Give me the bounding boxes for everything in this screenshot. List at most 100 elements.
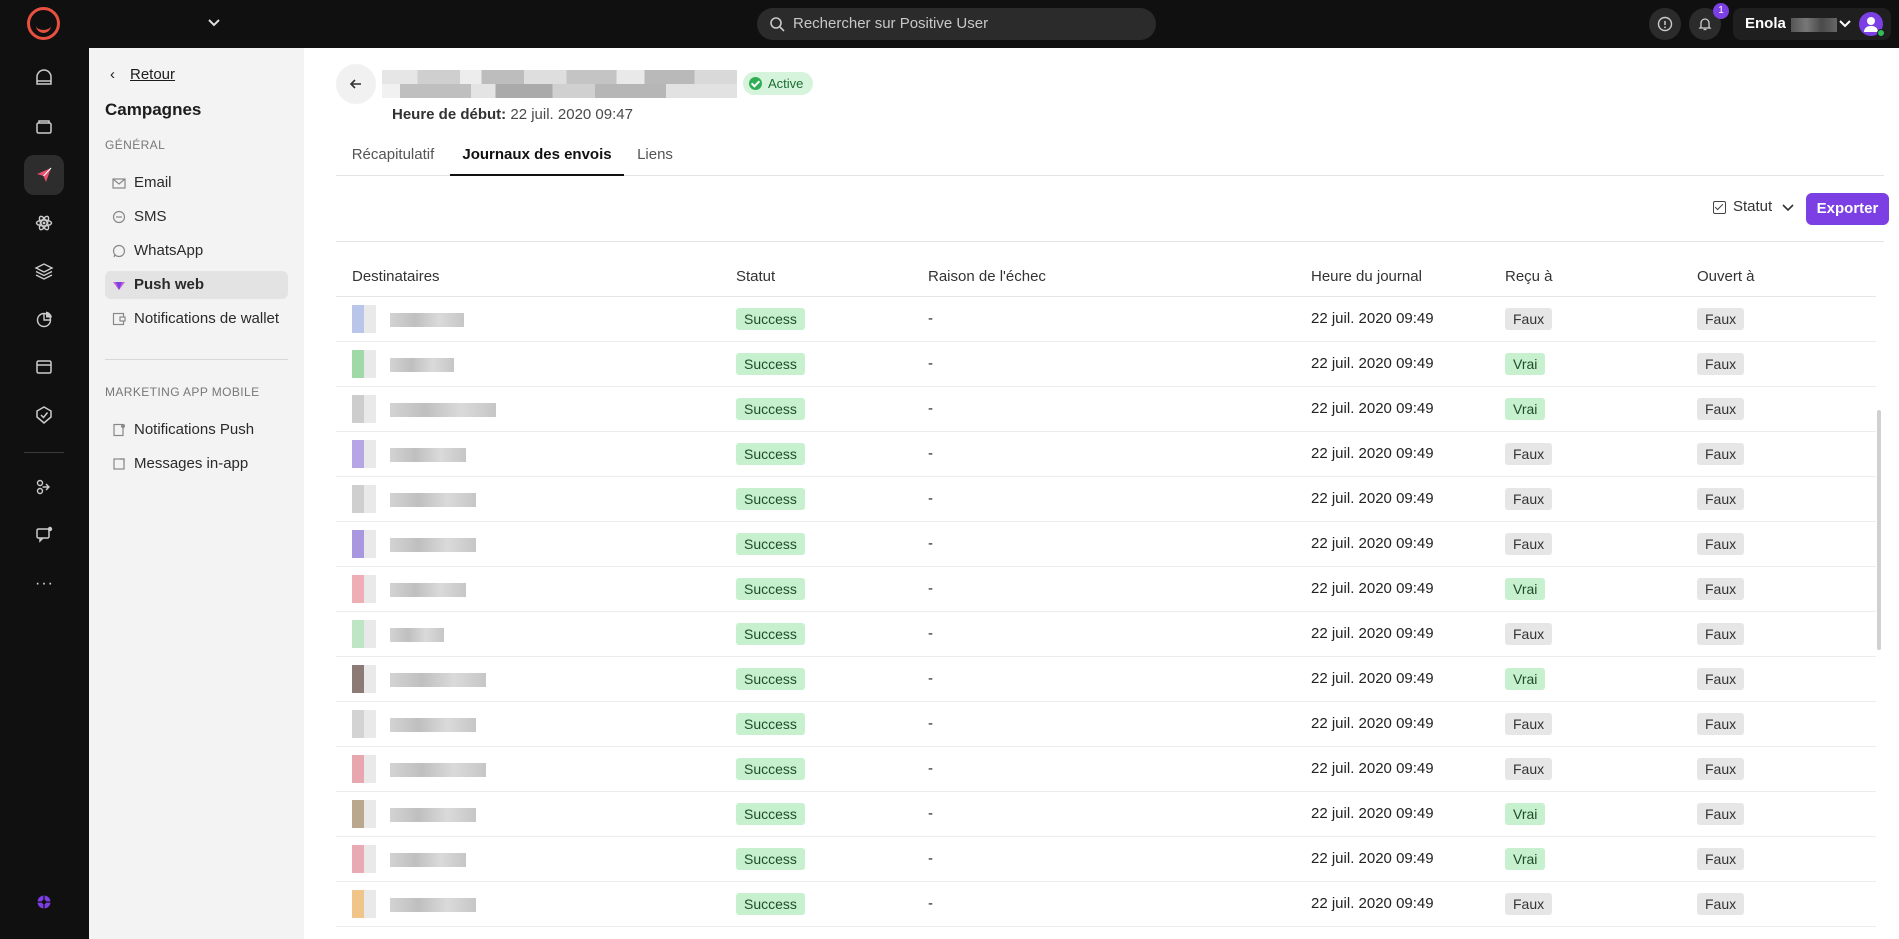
badge-icon [36, 406, 52, 424]
nav-item-mobile-push[interactable]: Notifications Push [105, 416, 288, 444]
subnav-title: Campagnes [105, 100, 202, 119]
log-time-cell: 22 juil. 2020 09:49 [1295, 701, 1489, 747]
recipient-cell [336, 881, 720, 927]
recipient-cell [336, 746, 720, 792]
status-cell: Success [720, 656, 912, 702]
column-header-received-at[interactable]: Reçu à [1489, 257, 1681, 297]
rail-conversations[interactable] [24, 515, 64, 555]
status-badge: Success [736, 532, 805, 555]
rail-apps[interactable] [24, 888, 64, 918]
table-row[interactable]: Success -22 juil. 2020 09:49 Faux Faux [336, 521, 1876, 567]
help-button[interactable] [1649, 8, 1681, 40]
log-time-cell: 22 juil. 2020 09:49 [1295, 836, 1489, 882]
recipient-cell [336, 476, 720, 522]
rail-reports[interactable] [24, 299, 64, 339]
user-menu[interactable]: Enola [1733, 8, 1891, 40]
recipient-avatar [352, 349, 376, 378]
received-cell: Faux [1489, 521, 1681, 567]
table-row[interactable]: Success -22 juil. 2020 09:49 Vrai Faux [336, 791, 1876, 837]
chevron-down-icon [1839, 20, 1851, 28]
table-row[interactable]: Success -22 juil. 2020 09:49 Vrai Faux [336, 341, 1876, 387]
opened-cell: Faux [1681, 341, 1876, 387]
log-time-cell: 22 juil. 2020 09:49 [1295, 566, 1489, 612]
nav-item-whatsapp[interactable]: WhatsApp [105, 237, 288, 265]
rail-campaigns[interactable] [24, 155, 64, 195]
rail-templates[interactable] [24, 251, 64, 291]
table-row[interactable]: Success -22 juil. 2020 09:49 Faux Faux [336, 881, 1876, 927]
nav-item-push-web[interactable]: Push web [105, 271, 288, 299]
back-button[interactable] [336, 64, 376, 104]
recipient-cell [336, 431, 720, 477]
table-row[interactable]: Success -22 juil. 2020 09:49 Faux Faux [336, 476, 1876, 522]
table-row[interactable]: Success -22 juil. 2020 09:49 Faux Faux [336, 701, 1876, 747]
column-header-opened-at[interactable]: Ouvert à [1681, 257, 1876, 297]
brand-logo[interactable] [27, 7, 60, 40]
table-row[interactable]: Success -22 juil. 2020 09:49 Faux Faux [336, 746, 1876, 792]
tab-send-logs[interactable]: Journaux des envois [450, 136, 624, 176]
nav-item-sms[interactable]: SMS [105, 203, 288, 231]
table-row[interactable]: Success -22 juil. 2020 09:49 Vrai Faux [336, 836, 1876, 882]
table-row[interactable]: Success -22 juil. 2020 09:49 Faux Faux [336, 431, 1876, 477]
recipient-avatar [352, 889, 376, 918]
section-mobile-heading: MARKETING APP MOBILE [105, 385, 260, 399]
back-link[interactable]: ‹ Retour [110, 66, 175, 83]
rail-divider [24, 452, 64, 453]
more-icon[interactable]: ··· [35, 575, 54, 593]
table-row[interactable]: Success -22 juil. 2020 09:49 Vrai Faux [336, 566, 1876, 612]
rail-loyalty[interactable] [24, 395, 64, 435]
failure-reason-cell: - [912, 701, 1295, 747]
home-icon [36, 69, 52, 85]
nav-item-email[interactable]: Email [105, 169, 288, 197]
column-header-recipients[interactable]: Destinataires [336, 257, 720, 297]
status-cell: Success [720, 611, 912, 657]
export-button[interactable]: Exporter [1806, 193, 1889, 225]
workspace-chevron-down-icon[interactable] [205, 14, 223, 32]
global-search[interactable]: Rechercher sur Positive User [757, 8, 1156, 40]
recipient-name-redacted [390, 582, 466, 597]
table-row[interactable]: Success -22 juil. 2020 09:49 Vrai Faux [336, 386, 1876, 432]
bell-icon [1698, 18, 1712, 31]
opened-badge: Faux [1697, 397, 1745, 420]
table-row[interactable]: Success -22 juil. 2020 09:49 Faux Faux [336, 296, 1876, 342]
recipient-name-redacted [390, 312, 464, 327]
opened-cell: Faux [1681, 701, 1876, 747]
log-time-cell: 22 juil. 2020 09:49 [1295, 656, 1489, 702]
status-badge: Success [736, 667, 805, 690]
tab-recap[interactable]: Récapitulatif [336, 136, 450, 176]
failure-reason-cell: - [912, 836, 1295, 882]
rail-automations[interactable] [24, 203, 64, 243]
table-row[interactable]: Success -22 juil. 2020 09:49 Faux Faux [336, 611, 1876, 657]
recipient-avatar [352, 619, 376, 648]
nav-item-wallet-notifications[interactable]: Notifications de wallet [105, 305, 288, 333]
checkbox-icon [1713, 201, 1726, 214]
recipient-redacted [352, 481, 552, 517]
table-scrollbar[interactable] [1877, 410, 1881, 650]
opened-cell: Faux [1681, 611, 1876, 657]
received-badge: Faux [1505, 442, 1553, 465]
notification-count-badge: 1 [1713, 3, 1729, 19]
recipient-redacted [352, 526, 552, 562]
column-header-log-time[interactable]: Heure du journal [1295, 257, 1489, 297]
rail-landing-pages[interactable] [24, 347, 64, 387]
column-header-status[interactable]: Statut [720, 257, 912, 297]
search-icon [770, 17, 785, 32]
received-badge: Vrai [1505, 577, 1546, 600]
rail-contacts[interactable] [24, 107, 64, 147]
tab-links[interactable]: Liens [624, 136, 686, 176]
rail-home[interactable] [24, 59, 64, 99]
opened-badge: Faux [1697, 577, 1745, 600]
status-badge: Success [736, 442, 805, 465]
received-cell: Faux [1489, 431, 1681, 477]
status-badge: Success [736, 847, 805, 870]
atom-icon [35, 215, 53, 231]
rail-integrations[interactable] [24, 467, 64, 507]
window-icon [36, 360, 52, 374]
column-header-failure-reason[interactable]: Raison de l'échec [912, 257, 1295, 297]
recipient-cell [336, 386, 720, 432]
opened-badge: Faux [1697, 757, 1745, 780]
log-time-cell: 22 juil. 2020 09:49 [1295, 341, 1489, 387]
nav-item-in-app-messages[interactable]: Messages in-app [105, 450, 288, 478]
status-cell: Success [720, 746, 912, 792]
table-row[interactable]: Success -22 juil. 2020 09:49 Vrai Faux [336, 656, 1876, 702]
received-cell: Vrai [1489, 791, 1681, 837]
